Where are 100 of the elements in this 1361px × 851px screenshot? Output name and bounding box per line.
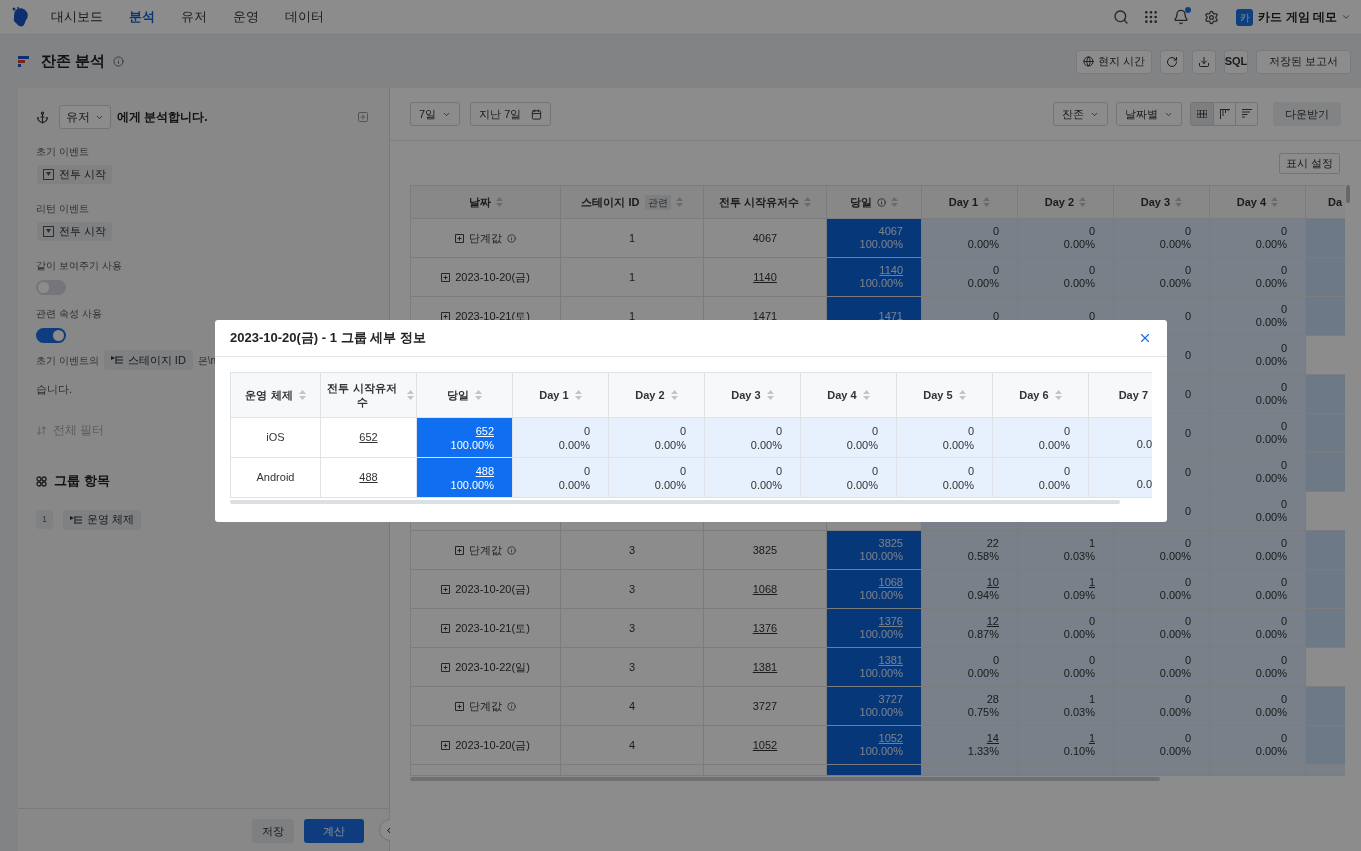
- count-link[interactable]: 1: [1088, 576, 1095, 589]
- apps-grid-icon[interactable]: [1143, 9, 1160, 25]
- count-value: 0: [1184, 504, 1191, 518]
- sort-icon: [670, 390, 678, 400]
- column-header[interactable]: 운영 체제: [231, 373, 321, 418]
- column-header[interactable]: 당일: [417, 373, 513, 418]
- percent-value: 0.00%: [1159, 589, 1191, 602]
- count-link[interactable]: 1376: [878, 615, 903, 628]
- count-link[interactable]: 1140: [753, 268, 777, 286]
- percent-value: 0.00%: [654, 477, 686, 492]
- bell-icon[interactable]: [1173, 9, 1190, 25]
- percent-value: 100.00%: [859, 550, 903, 563]
- scrollbar-thumb[interactable]: [1346, 185, 1350, 203]
- row-label: 2023-10-20(금): [455, 581, 530, 597]
- date-range-button[interactable]: 지난 7일: [470, 102, 552, 126]
- sql-button[interactable]: SQL: [1223, 49, 1248, 74]
- sort-icon: [407, 390, 414, 400]
- count-link[interactable]: 1471: [878, 309, 903, 323]
- nav-link[interactable]: 분석: [129, 7, 155, 27]
- count-value: 0: [1088, 654, 1095, 667]
- subject-dropdown[interactable]: 유저: [59, 105, 111, 129]
- sort-icon: [891, 197, 898, 207]
- column-header[interactable]: Day 5: [897, 373, 993, 418]
- column-label: 날짜: [468, 194, 491, 210]
- column-header[interactable]: Day 7: [1089, 373, 1152, 418]
- event-chip[interactable]: 전투 시작: [37, 165, 113, 184]
- count-link[interactable]: 10: [986, 576, 999, 589]
- sort-icon: [958, 390, 966, 400]
- nav-link[interactable]: 유저: [181, 7, 207, 27]
- percent-value: 0.09%: [1063, 589, 1095, 602]
- count-value: 0: [1280, 342, 1287, 355]
- count-link[interactable]: 1052: [752, 736, 778, 754]
- count-value: 3727: [752, 698, 778, 714]
- refresh-button[interactable]: [1159, 49, 1184, 74]
- sort-icon: [862, 390, 870, 400]
- grouping-dropdown[interactable]: 날짜별: [1116, 102, 1182, 126]
- count-link[interactable]: 1: [1088, 732, 1095, 745]
- percent-value: 0.00%: [1038, 437, 1070, 452]
- column-header[interactable]: Day 1: [513, 373, 609, 418]
- column-header[interactable]: Day 3: [705, 373, 801, 418]
- local-time-button[interactable]: 현지 시간: [1075, 49, 1152, 74]
- event-chip[interactable]: 전투 시작: [37, 222, 113, 241]
- count-link[interactable]: 488: [475, 463, 494, 478]
- project-name[interactable]: 카드 게임 데모: [1258, 8, 1337, 26]
- column-header[interactable]: 스테이지 ID 관련: [561, 186, 704, 219]
- column-header[interactable]: Day 2: [1018, 186, 1114, 219]
- search-icon[interactable]: [1113, 9, 1130, 25]
- column-header[interactable]: Day 3: [1114, 186, 1210, 219]
- count-link[interactable]: 12: [986, 615, 999, 628]
- nav-link[interactable]: 대시보드: [51, 7, 103, 27]
- count-link[interactable]: 1381: [878, 654, 903, 667]
- period-dropdown[interactable]: 7일: [410, 102, 461, 126]
- count-link[interactable]: 1068: [752, 580, 778, 598]
- display-settings-button[interactable]: 표시 설정: [1278, 153, 1340, 174]
- percent-value: 0.00%: [558, 477, 590, 492]
- nav-link[interactable]: 데이터: [285, 7, 324, 27]
- info-icon: [113, 56, 125, 67]
- settings-icon[interactable]: [1204, 9, 1220, 25]
- column-header[interactable]: Da: [1306, 186, 1345, 219]
- count-link[interactable]: 1068: [878, 576, 903, 589]
- count-link[interactable]: 488: [359, 469, 378, 486]
- column-header[interactable]: Day 2: [609, 373, 705, 418]
- sort-icon: [1175, 197, 1183, 207]
- view-toggle[interactable]: [1235, 103, 1257, 125]
- toggle-switch[interactable]: [36, 328, 66, 343]
- saved-reports-button[interactable]: 저장된 보고서: [1255, 49, 1351, 74]
- property-chip[interactable]: 스테이지 ID: [103, 350, 193, 370]
- table-cell: Android: [231, 458, 321, 498]
- save-button[interactable]: 저장: [252, 819, 294, 843]
- count-link[interactable]: 1376: [752, 619, 778, 637]
- property-chip[interactable]: 운영 체제: [63, 509, 142, 530]
- download-button[interactable]: [1191, 49, 1216, 74]
- column-header[interactable]: 전투 시작유저수: [704, 186, 827, 219]
- column-header[interactable]: 날짜: [411, 186, 561, 219]
- column-header[interactable]: 전투 시작유저 수: [321, 373, 417, 418]
- nav-link[interactable]: 운영: [233, 7, 259, 27]
- column-header[interactable]: Day 1: [922, 186, 1018, 219]
- percent-value: 0.94%: [967, 589, 999, 602]
- table-cell: 1: [561, 258, 704, 297]
- count-value: 0: [1063, 463, 1070, 478]
- metric-dropdown[interactable]: 잔존: [1053, 102, 1108, 126]
- view-toggle[interactable]: [1191, 103, 1213, 125]
- count-link[interactable]: 1052: [878, 732, 903, 745]
- horizontal-scrollbar[interactable]: [230, 500, 1120, 504]
- calculate-button[interactable]: 계산: [304, 819, 364, 843]
- count-link[interactable]: 1140: [879, 264, 903, 277]
- expand-icon[interactable]: [441, 311, 451, 321]
- count-link[interactable]: 652: [359, 429, 378, 446]
- count-link[interactable]: 1381: [752, 658, 778, 676]
- percent-value: 0.00%: [1159, 277, 1191, 290]
- percent-value: 0.00%: [654, 437, 686, 452]
- download-button[interactable]: 다운받기: [1273, 102, 1341, 126]
- column-header[interactable]: 당일: [827, 186, 922, 219]
- column-header[interactable]: Day 4: [1210, 186, 1306, 219]
- count-link[interactable]: 14: [986, 732, 999, 745]
- column-header[interactable]: Day 6: [993, 373, 1089, 418]
- count-link[interactable]: 652: [475, 423, 494, 438]
- close-icon[interactable]: [1138, 331, 1152, 345]
- count-value: 0: [992, 309, 999, 323]
- column-header[interactable]: Day 4: [801, 373, 897, 418]
